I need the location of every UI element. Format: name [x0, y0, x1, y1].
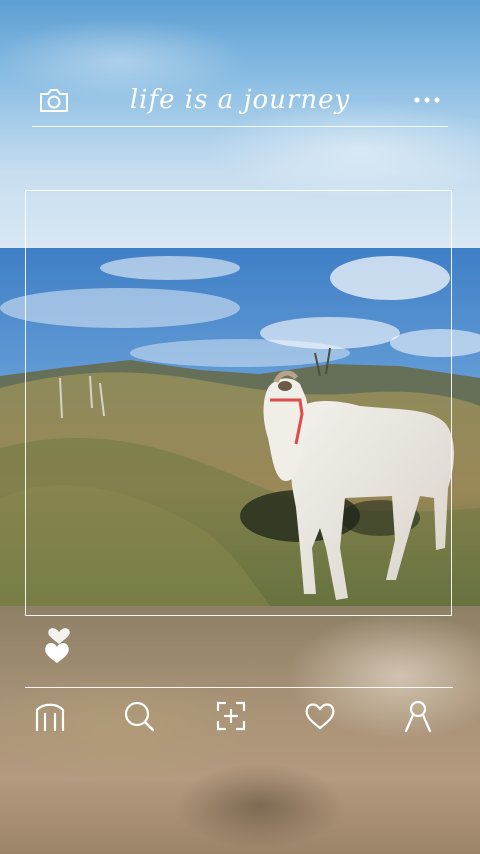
photo-frame-border — [25, 190, 452, 616]
more-dots-icon[interactable] — [412, 92, 442, 108]
home-icon[interactable] — [32, 698, 68, 734]
nav-divider — [25, 687, 453, 688]
double-heart-icon[interactable] — [40, 626, 78, 666]
add-post-icon[interactable] — [213, 698, 249, 734]
app-title: life is a journey — [129, 85, 351, 115]
search-icon[interactable] — [121, 698, 157, 734]
app-screen: life is a journey — [0, 0, 480, 854]
bottom-nav — [0, 694, 480, 740]
top-bar: life is a journey — [32, 76, 448, 127]
heart-icon[interactable] — [302, 698, 338, 734]
profile-icon[interactable] — [400, 698, 436, 734]
